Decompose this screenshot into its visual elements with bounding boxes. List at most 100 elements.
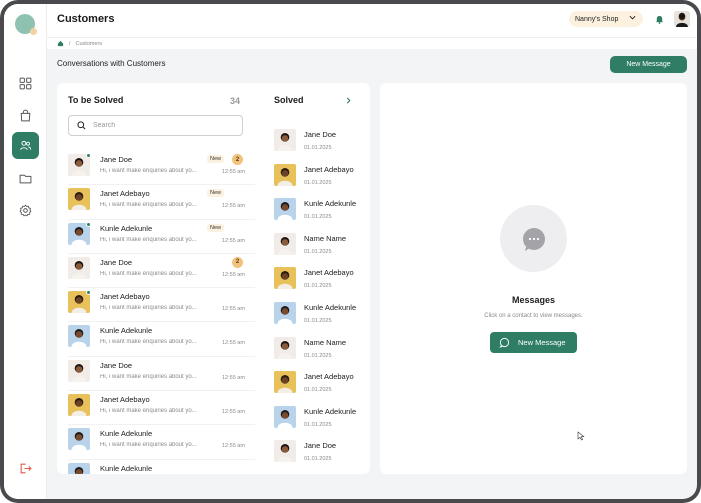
contact-name: Kunle Adekunle [304,199,357,209]
messages-subtitle: Click on a contact to view messages. [484,313,583,319]
folder-icon [19,174,32,184]
message-preview: Hi, i want make enquiries about yo... [100,202,197,209]
conversation-item[interactable]: Jane Doe Hi, i want make enquiries about … [68,153,255,187]
solved-conversation-item[interactable]: Kunle Adekunle 01.01.2025 [274,197,366,232]
contact-photo-icon [68,188,90,211]
contact-photo-icon [274,232,296,255]
app-screen: Customers Nanny's Shop / Customers Conve… [4,4,697,499]
solved-conversation-item[interactable]: Kunle Adekunle 01.01.2025 [274,301,366,336]
page-title: Customers [57,13,115,25]
message-time: 12:55 am [222,203,245,210]
breadcrumb-current[interactable]: Customers [76,41,103,47]
conversation-item[interactable]: Janet Adebayo Hi, i want make enquiries a… [68,290,255,324]
solved-conversation-item[interactable]: Kunle Adekunle 01.01.2025 [274,405,366,440]
message-preview: Hi, i want make enquiries about yo... [100,373,197,380]
contact-photo-icon [274,371,296,394]
new-message-cta-label: New Message [518,338,566,347]
contact-name: Janet Adebayo [100,189,150,199]
contact-name: Name Name [304,337,347,347]
solved-date: 01.01.2025 [304,179,332,186]
conversation-item[interactable]: Janet Adebayo Hi, i want make enquiries a… [68,187,255,221]
contact-avatar [274,405,296,428]
contact-avatar [68,188,90,211]
section-title: Conversations with Customers [57,59,166,68]
app-logo[interactable] [15,14,37,35]
sidebar-item-customers[interactable] [12,132,39,159]
new-message-cta-button[interactable]: New Message [490,332,577,353]
contact-photo-icon [68,359,90,382]
sidebar-item-inventory[interactable] [12,165,39,192]
solved-conversation-item[interactable]: Janet Adebayo 01.01.2025 [274,163,366,198]
contact-name: Kunle Adekunle [100,326,153,336]
messages-illustration [500,205,567,272]
conversation-item[interactable]: Jane Doe Hi, i want make enquiries about … [68,256,255,290]
solved-conversation-item[interactable]: Janet Adebayo 01.01.2025 [274,266,366,301]
new-message-button[interactable]: New Message [610,56,687,73]
solved-conversation-item[interactable]: Name Name 01.01.2025 [274,336,366,371]
message-time: 12:55 am [222,340,245,347]
conversation-item[interactable]: Kunle AdekunleHi, i want make enquiries … [68,462,255,474]
breadcrumb: / Customers [47,37,697,49]
to-be-solved-list: Jane Doe Hi, i want make enquiries about … [68,153,255,474]
contact-photo-icon [68,462,90,474]
contact-photo-icon [274,129,296,151]
solved-conversation-item[interactable]: Jane Doe 01.01.2025 [274,439,366,474]
search-icon [77,121,86,130]
new-badge: New [207,155,225,163]
message-preview: Hi, i want make enquiries about yo... [100,236,197,243]
row-divider [68,321,255,323]
contact-photo-icon [274,405,296,428]
message-time: 12:55 am [222,374,245,381]
row-divider [68,218,255,220]
bell-icon[interactable] [655,14,664,24]
contact-avatar [68,256,90,279]
logout-icon [20,463,32,474]
solved-conversation-item[interactable]: Janet Adebayo 01.01.2025 [274,370,366,405]
chevron-right-icon[interactable] [345,97,352,104]
solved-conversation-item[interactable]: Name Name 01.01.2025 [274,232,366,267]
contact-name: Jane Doe [100,257,133,267]
contact-name: Jane Doe [304,130,337,139]
top-header: Customers Nanny's Shop [47,4,697,37]
contact-name: Jane Doe [100,155,133,164]
conversation-item[interactable]: Kunle AdekunleHi, i want make enquiries … [68,427,255,461]
message-time: 12:55 am [222,169,245,175]
solved-date: 01.01.2025 [304,248,332,255]
message-time: 12:55 am [222,409,245,416]
solved-title: Solved [274,95,304,105]
shop-selector[interactable]: Nanny's Shop [569,11,643,27]
sidebar-item-orders[interactable] [12,102,39,129]
search-input[interactable] [93,122,233,129]
breadcrumb-separator: / [69,40,71,47]
grid-icon [19,77,32,90]
contact-name: Janet Adebayo [100,395,150,405]
contact-photo-icon [274,267,296,290]
solved-date: 01.01.2025 [304,456,332,463]
conversation-item[interactable]: Janet Adebayo Hi, i want make enquiries a… [68,393,255,427]
contact-avatar [274,198,296,221]
contact-name: Janet Adebayo [100,292,150,302]
to-be-solved-count: 34 [230,96,241,106]
conversation-item[interactable]: Kunle Adekunle Hi, i want make enquiries … [68,221,255,256]
conversation-item[interactable]: Jane Doe Hi, i want make enquiries about … [68,359,255,393]
device-frame: Customers Nanny's Shop / Customers Conve… [0,0,701,503]
sidebar-item-settings[interactable] [12,197,39,224]
logout-button[interactable] [12,455,39,482]
online-indicator [86,290,91,296]
contact-photo-icon [68,256,90,279]
solved-date: 01.01.2025 [304,352,332,359]
sidebar-item-dashboard[interactable] [12,70,39,97]
contact-avatar [274,232,296,255]
message-time: 12:55 am [222,237,245,244]
online-indicator [86,153,91,158]
contact-name: Kunle Adekunle [100,223,153,233]
contact-avatar [68,462,90,474]
solved-conversation-item[interactable]: Jane Doe 01.01.2025 [274,128,366,163]
contact-avatar [274,440,296,463]
user-avatar[interactable] [674,11,690,27]
home-icon[interactable] [57,40,64,47]
contact-photo-icon [68,394,90,417]
message-preview: Hi, i want make enquiries about yo... [100,168,197,174]
contact-photo-icon [274,336,296,359]
conversation-item[interactable]: Kunle AdekunleHi, i want make enquiries … [68,324,255,358]
